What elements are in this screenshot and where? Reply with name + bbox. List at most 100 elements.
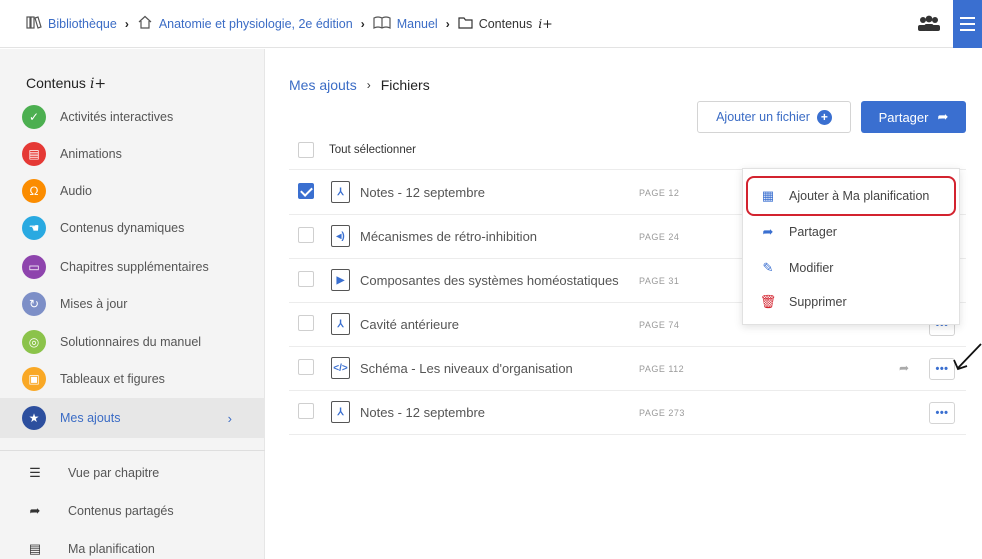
file-page: PAGE 74	[639, 320, 680, 330]
menu-item-edit[interactable]: ✎ Modifier	[759, 256, 834, 280]
group-icon[interactable]	[916, 14, 942, 34]
share-icon: ➦	[937, 109, 949, 124]
row-checkbox[interactable]	[298, 183, 314, 199]
file-name[interactable]: Notes - 12 septembre	[360, 185, 485, 200]
sidebar-link-vue-par-chapitre[interactable]: ☰ Vue par chapitre	[28, 461, 159, 485]
document-icon: ▭	[22, 255, 46, 279]
pdf-icon: ⅄	[331, 313, 350, 335]
file-name[interactable]: Mécanismes de rétro-inhibition	[360, 229, 537, 244]
select-all-row: Tout sélectionner	[289, 130, 966, 170]
row-checkbox[interactable]	[298, 315, 314, 331]
file-name[interactable]: Composantes des systèmes homéostatiques	[360, 273, 619, 288]
menu-item-label: Partager	[789, 225, 837, 239]
select-all-checkbox[interactable]	[298, 142, 314, 158]
sidebar-item-mes-ajouts[interactable]: ★ Mes ajouts ›	[22, 404, 252, 432]
sidebar-item-label: Mes ajouts	[60, 411, 121, 425]
target-icon: ◎	[22, 330, 46, 354]
menu-item-label: Supprimer	[789, 295, 847, 309]
menu-item-share[interactable]: ➦ Partager	[759, 220, 837, 244]
sidebar-item-audio[interactable]: Ω Audio	[22, 177, 252, 205]
table-row[interactable]: </> Schéma - Les niveaux d'organisation …	[289, 347, 966, 391]
share-icon: ➦	[762, 224, 774, 239]
row-checkbox[interactable]	[298, 359, 314, 375]
film-icon: ▤	[22, 142, 46, 166]
sidebar-link-contenus-partages[interactable]: ➦ Contenus partagés	[28, 499, 174, 523]
table-row[interactable]: ⅄ Notes - 12 septembre PAGE 273 •••	[289, 391, 966, 435]
sidebar-item-contenus-dynamiques[interactable]: ☚ Contenus dynamiques	[22, 214, 252, 242]
crumb-fichiers: Fichiers	[380, 77, 430, 93]
add-file-button[interactable]: Ajouter un fichier +	[697, 101, 851, 133]
sidebar-item-label: Tableaux et figures	[60, 372, 165, 386]
sidebar-item-label: Audio	[60, 184, 92, 198]
sidebar-link-ma-planification[interactable]: ▤ Ma planification	[28, 537, 155, 559]
row-checkbox[interactable]	[298, 403, 314, 419]
breadcrumb-item-library[interactable]: Bibliothèque	[48, 17, 117, 31]
file-name[interactable]: Notes - 12 septembre	[360, 405, 485, 420]
clipboard-icon: ▤	[28, 541, 42, 556]
home-icon	[137, 15, 153, 32]
content-breadcrumb: Mes ajouts › Fichiers	[289, 77, 430, 93]
add-file-label: Ajouter un fichier	[716, 110, 810, 124]
breadcrumb: Bibliothèque › Anatomie et physiologie, …	[26, 15, 553, 32]
iplus-mark: i+	[538, 16, 553, 31]
image-icon: ▣	[22, 367, 46, 391]
library-icon	[26, 15, 42, 32]
row-checkbox[interactable]	[298, 227, 314, 243]
file-page: PAGE 273	[639, 408, 685, 418]
audio-file-icon: ◂)	[331, 225, 350, 247]
sidebar-divider	[0, 450, 265, 451]
row-checkbox[interactable]	[298, 271, 314, 287]
chevron-right-icon: ›	[360, 16, 365, 31]
pdf-icon: ⅄	[331, 401, 350, 423]
plus-circle-icon: +	[816, 109, 832, 125]
crumb-mes-ajouts[interactable]: Mes ajouts	[289, 77, 357, 93]
share-icon[interactable]: ➦	[899, 361, 909, 375]
file-page: PAGE 24	[639, 232, 680, 242]
iplus-mark: i+	[89, 76, 107, 92]
file-name[interactable]: Schéma - Les niveaux d'organisation	[360, 361, 573, 376]
sidebar-item-activites-interactives[interactable]: ✓ Activités interactives	[22, 103, 252, 131]
sidebar-item-label: Activités interactives	[60, 110, 174, 124]
sidebar-link-label: Ma planification	[68, 542, 155, 556]
chevron-right-icon: ›	[366, 78, 371, 92]
sidebar-item-label: Mises à jour	[60, 297, 128, 311]
sidebar-item-chapitres-supplementaires[interactable]: ▭ Chapitres supplémentaires	[22, 253, 252, 281]
menu-item-label: Modifier	[789, 261, 834, 275]
book-icon	[373, 15, 391, 32]
chevron-right-icon: ›	[445, 16, 450, 31]
list-icon: ☰	[29, 465, 41, 480]
sidebar-item-tableaux-et-figures[interactable]: ▣ Tableaux et figures	[22, 365, 252, 393]
file-page: PAGE 12	[639, 188, 680, 198]
top-bar: Bibliothèque › Anatomie et physiologie, …	[0, 0, 982, 48]
refresh-icon: ↻	[22, 292, 46, 316]
hand-icon: ☚	[22, 216, 46, 240]
sidebar-item-label: Solutionnaires du manuel	[60, 335, 202, 349]
hamburger-menu-icon[interactable]	[953, 0, 982, 48]
video-file-icon: ▶	[331, 269, 350, 291]
menu-item-delete[interactable]: 🗑 Supprimer	[759, 290, 847, 314]
share-button[interactable]: Partager ➦	[861, 101, 966, 133]
file-page: PAGE 31	[639, 276, 680, 286]
star-icon: ★	[22, 406, 46, 430]
menu-item-add-to-planner[interactable]: ▦ Ajouter à Ma planification	[759, 184, 930, 208]
headphones-icon: Ω	[22, 179, 46, 203]
sidebar-item-label: Animations	[60, 147, 122, 161]
sidebar-title-text: Contenus	[26, 75, 86, 91]
code-file-icon: </>	[331, 357, 350, 379]
check-icon: ✓	[22, 105, 46, 129]
breadcrumb-item-book-title[interactable]: Anatomie et physiologie, 2e édition	[159, 17, 353, 31]
file-page: PAGE 112	[639, 364, 685, 374]
folder-icon	[458, 16, 473, 32]
sidebar-item-mises-a-jour[interactable]: ↻ Mises à jour	[22, 290, 252, 318]
file-name[interactable]: Cavité antérieure	[360, 317, 459, 332]
more-options-button[interactable]: •••	[929, 402, 955, 424]
breadcrumb-item-manual[interactable]: Manuel	[397, 17, 438, 31]
select-all-label: Tout sélectionner	[329, 144, 416, 156]
sidebar-item-animations[interactable]: ▤ Animations	[22, 140, 252, 168]
chevron-right-icon: ›	[227, 410, 232, 426]
edit-icon: ✎	[762, 260, 774, 275]
chevron-right-icon: ›	[124, 16, 129, 31]
sidebar-item-solutionnaires[interactable]: ◎ Solutionnaires du manuel	[22, 328, 252, 356]
breadcrumb-item-contents: Contenus	[478, 16, 533, 31]
annotation-arrow-icon	[953, 343, 982, 371]
